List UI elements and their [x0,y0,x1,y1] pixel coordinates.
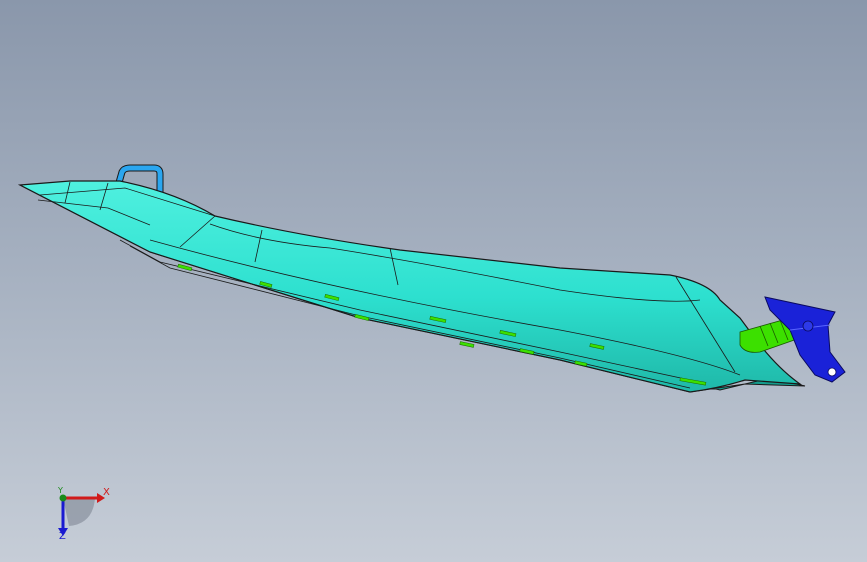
graphics-viewport[interactable]: X Y Z [0,0,867,562]
y-axis-label: Y [58,486,63,495]
hull-model[interactable] [0,0,867,562]
x-axis-label: X [103,487,110,498]
hull-top-surface[interactable] [17,180,803,393]
z-axis-label: Z [59,531,66,542]
triad-shadow [63,498,95,526]
